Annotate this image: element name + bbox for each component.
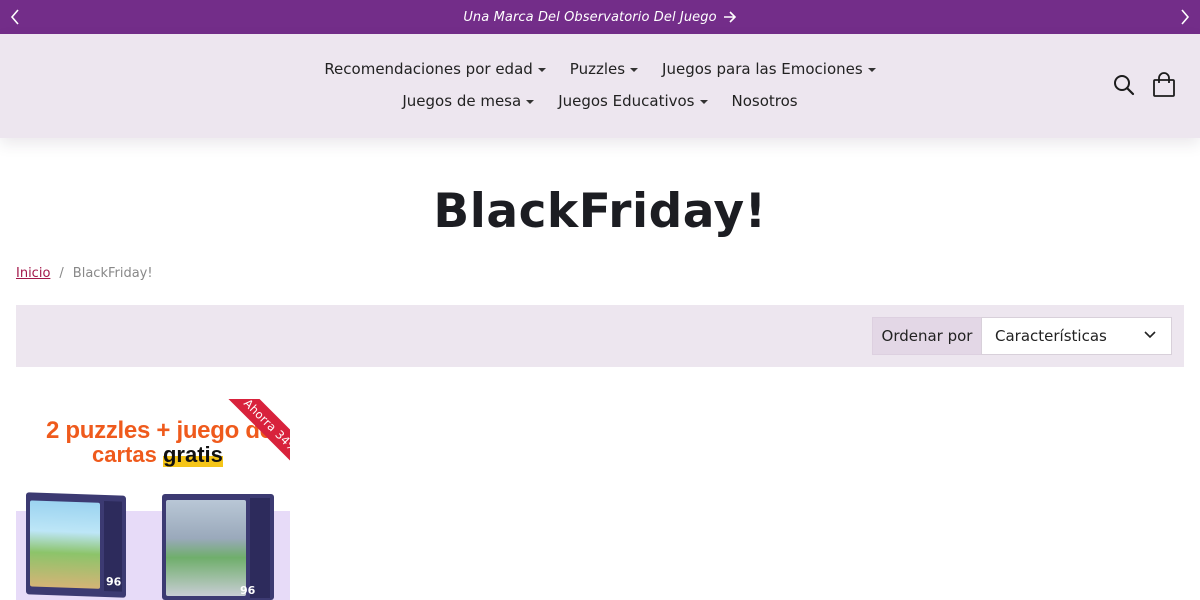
product-card[interactable]: 2 puzzles + juego de cartas gratis 96 96…: [16, 399, 290, 600]
chevron-down-icon: [1144, 331, 1156, 339]
caret-down-icon: [867, 68, 876, 72]
search-icon: [1114, 75, 1135, 96]
puzzle-box-artwork: [30, 500, 100, 589]
nav-item-juegos-de-mesa[interactable]: Juegos de mesa: [402, 92, 535, 110]
nav-item-label: Juegos de mesa: [402, 92, 522, 110]
caret-down-icon: [630, 68, 639, 72]
puzzle-box-image-1: 96: [26, 492, 126, 598]
puzzle-box-artwork: [166, 500, 246, 596]
main-nav-row-2: Juegos de mesa Juegos Educativos Nosotro…: [0, 92, 1200, 110]
nav-item-label: Juegos para las Emociones: [662, 60, 863, 78]
puzzle-box-side: [250, 498, 270, 598]
puzzle-piece-count: 96: [240, 584, 256, 597]
puzzle-piece-count: 96: [106, 575, 122, 589]
nav-item-label: Puzzles: [569, 60, 626, 78]
nav-item-puzzles[interactable]: Puzzles: [569, 60, 639, 78]
arrow-right-icon: [723, 11, 736, 23]
announcement-link[interactable]: Una Marca Del Observatorio Del Juego: [463, 10, 736, 25]
nav-item-label: Nosotros: [731, 92, 798, 110]
announcement-text: Una Marca Del Observatorio Del Juego: [463, 9, 717, 25]
caret-down-icon: [526, 100, 535, 104]
shopping-bag-icon: [1153, 72, 1175, 97]
collection-toolbar: Ordenar por Características: [16, 305, 1184, 367]
breadcrumb-current: BlackFriday!: [72, 266, 153, 281]
nav-item-label: Recomendaciones por edad: [324, 60, 533, 78]
promo-text-line-2: cartas gratis: [92, 442, 223, 468]
breadcrumb-home-link[interactable]: Inicio: [16, 266, 50, 281]
page-title: BlackFriday!: [433, 184, 767, 239]
sort-selected-value: Características: [995, 327, 1107, 345]
promo-text-cartas: cartas: [92, 442, 163, 467]
announcement-bar: Una Marca Del Observatorio Del Juego: [0, 0, 1200, 34]
nav-item-emociones[interactable]: Juegos para las Emociones: [662, 60, 876, 78]
cart-button[interactable]: [1152, 72, 1176, 98]
header-actions: [1112, 72, 1176, 98]
caret-down-icon: [699, 100, 708, 104]
site-header: Recomendaciones por edad Puzzles Juegos …: [0, 34, 1200, 138]
promo-text-gratis: gratis: [162, 442, 223, 467]
caret-down-icon: [537, 68, 546, 72]
promo-text-line-1: 2 puzzles + juego de: [46, 417, 273, 444]
puzzle-box-image-2: 96: [162, 494, 274, 600]
main-nav-row-1: Recomendaciones por edad Puzzles Juegos …: [0, 60, 1200, 78]
breadcrumb-separator: /: [59, 266, 64, 281]
sort-label: Ordenar por: [872, 317, 982, 355]
search-button[interactable]: [1112, 72, 1136, 98]
nav-item-recomendaciones[interactable]: Recomendaciones por edad: [324, 60, 546, 78]
sort-select[interactable]: Características: [981, 317, 1172, 355]
announcement-next-button[interactable]: [1170, 0, 1200, 34]
nav-item-nosotros[interactable]: Nosotros: [732, 92, 798, 110]
nav-item-juegos-educativos[interactable]: Juegos Educativos: [558, 92, 708, 110]
nav-item-label: Juegos Educativos: [558, 92, 695, 110]
breadcrumb: Inicio / BlackFriday!: [16, 266, 153, 281]
chevron-right-icon: [1181, 9, 1190, 25]
